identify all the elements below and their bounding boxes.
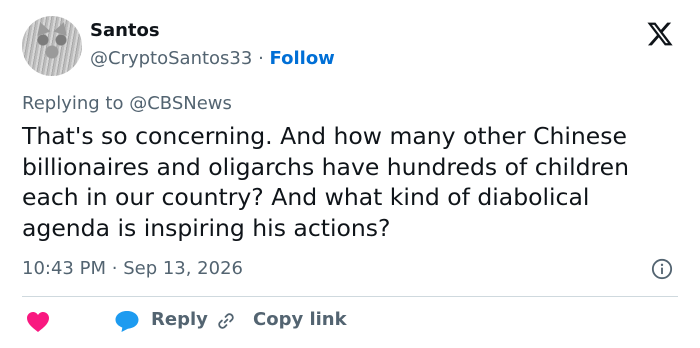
reply-bubble-icon[interactable]	[114, 309, 140, 333]
author-name[interactable]: Santos	[90, 20, 160, 41]
heart-icon[interactable]	[26, 311, 50, 333]
replying-target[interactable]: @CBSNews	[129, 93, 232, 114]
handle-separator: ·	[258, 48, 264, 69]
replying-prefix: Replying to	[22, 93, 124, 114]
meta-separator: ·	[111, 258, 118, 279]
info-icon[interactable]	[651, 258, 673, 280]
x-logo-icon[interactable]	[646, 20, 674, 48]
replying-to: Replying to @CBSNews	[22, 93, 232, 114]
tweet-date[interactable]: Sep 13, 2026	[123, 258, 243, 279]
tweet-time[interactable]: 10:43 PM	[22, 258, 106, 279]
avatar[interactable]	[22, 16, 82, 76]
author-handle-line: @CryptoSantos33 · Follow	[90, 48, 335, 69]
avatar-ear-right	[53, 20, 71, 36]
tweet-card: Santos @CryptoSantos33 · Follow Replying…	[0, 0, 700, 348]
avatar-ear-left	[33, 20, 51, 36]
follow-button[interactable]: Follow	[270, 48, 335, 69]
tweet-text: That's so concerning. And how many other…	[22, 122, 630, 242]
divider	[22, 296, 678, 297]
tweet-meta: 10:43 PM · Sep 13, 2026	[22, 258, 243, 279]
author-handle[interactable]: @CryptoSantos33	[90, 48, 252, 69]
copy-link-button[interactable]: Copy link	[253, 309, 347, 330]
reply-button[interactable]: Reply	[151, 309, 208, 330]
action-bar: Reply Copy link	[22, 308, 678, 334]
link-icon[interactable]	[215, 310, 237, 332]
